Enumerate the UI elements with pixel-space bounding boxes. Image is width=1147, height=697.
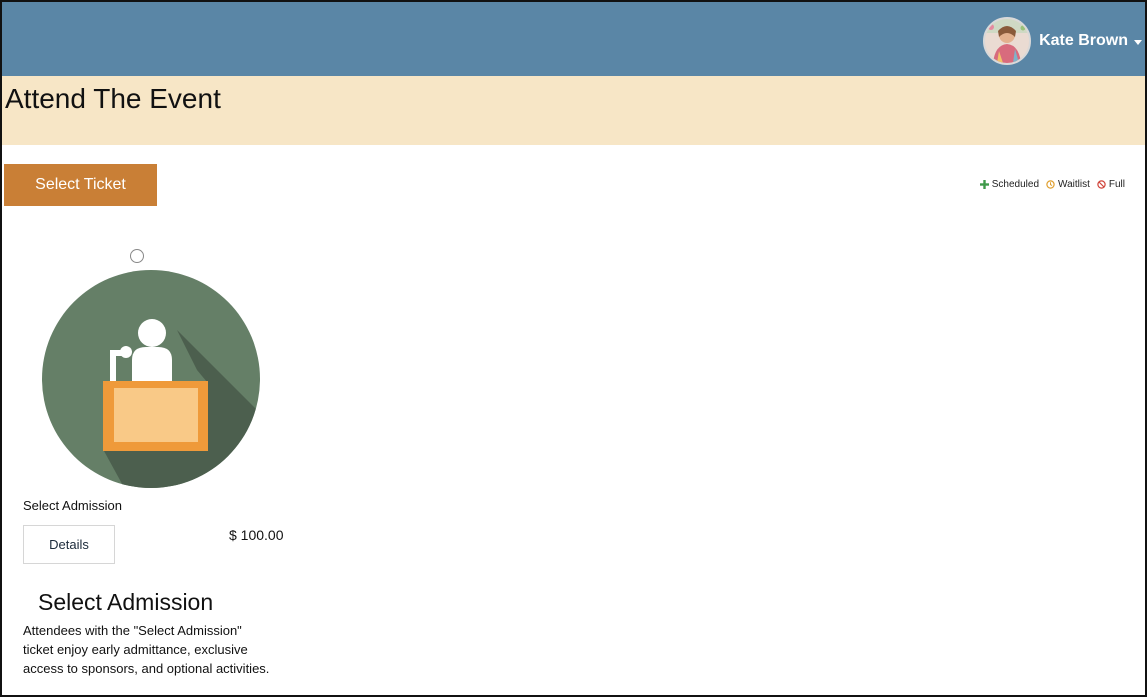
user-avatar[interactable]: [983, 17, 1032, 65]
no-entry-icon: [1097, 180, 1106, 189]
plus-icon: [979, 180, 989, 189]
chevron-down-icon[interactable]: [1134, 39, 1142, 45]
ticket-name: Select Admission: [23, 498, 122, 513]
event-banner: Attend The Event: [2, 76, 1145, 145]
ticket-price: $ 100.00: [229, 527, 284, 543]
select-ticket-button[interactable]: Select Ticket: [4, 164, 157, 206]
status-legend: Scheduled Waitlist Full: [973, 179, 1125, 190]
legend-label-full: Full: [1108, 179, 1125, 190]
ticket-description: Attendees with the "Select Admission" ti…: [23, 623, 270, 676]
legend-label-waitlist: Waitlist: [1058, 179, 1090, 190]
ticket-select-radio[interactable]: [130, 249, 144, 263]
ticket-description-title: Select Admission: [38, 589, 214, 615]
legend-item-waitlist: Waitlist: [1046, 179, 1090, 190]
page-title: Attend The Event: [5, 83, 221, 114]
legend-label-scheduled: Scheduled: [991, 179, 1040, 190]
legend-item-scheduled: Scheduled: [979, 179, 1040, 190]
top-navigation-bar: Kate Brown: [2, 2, 1145, 76]
app-window: Kate Brown Attend The Event Select Ticke…: [0, 0, 1147, 697]
details-button[interactable]: Details: [23, 525, 115, 564]
clock-icon: [1046, 180, 1055, 189]
avatar-photo-icon: [985, 19, 1030, 63]
legend-item-full: Full: [1097, 179, 1125, 190]
user-menu[interactable]: Kate Brown: [983, 16, 1145, 66]
user-name[interactable]: Kate Brown: [1039, 32, 1128, 50]
speaker-podium-icon: [42, 270, 260, 488]
